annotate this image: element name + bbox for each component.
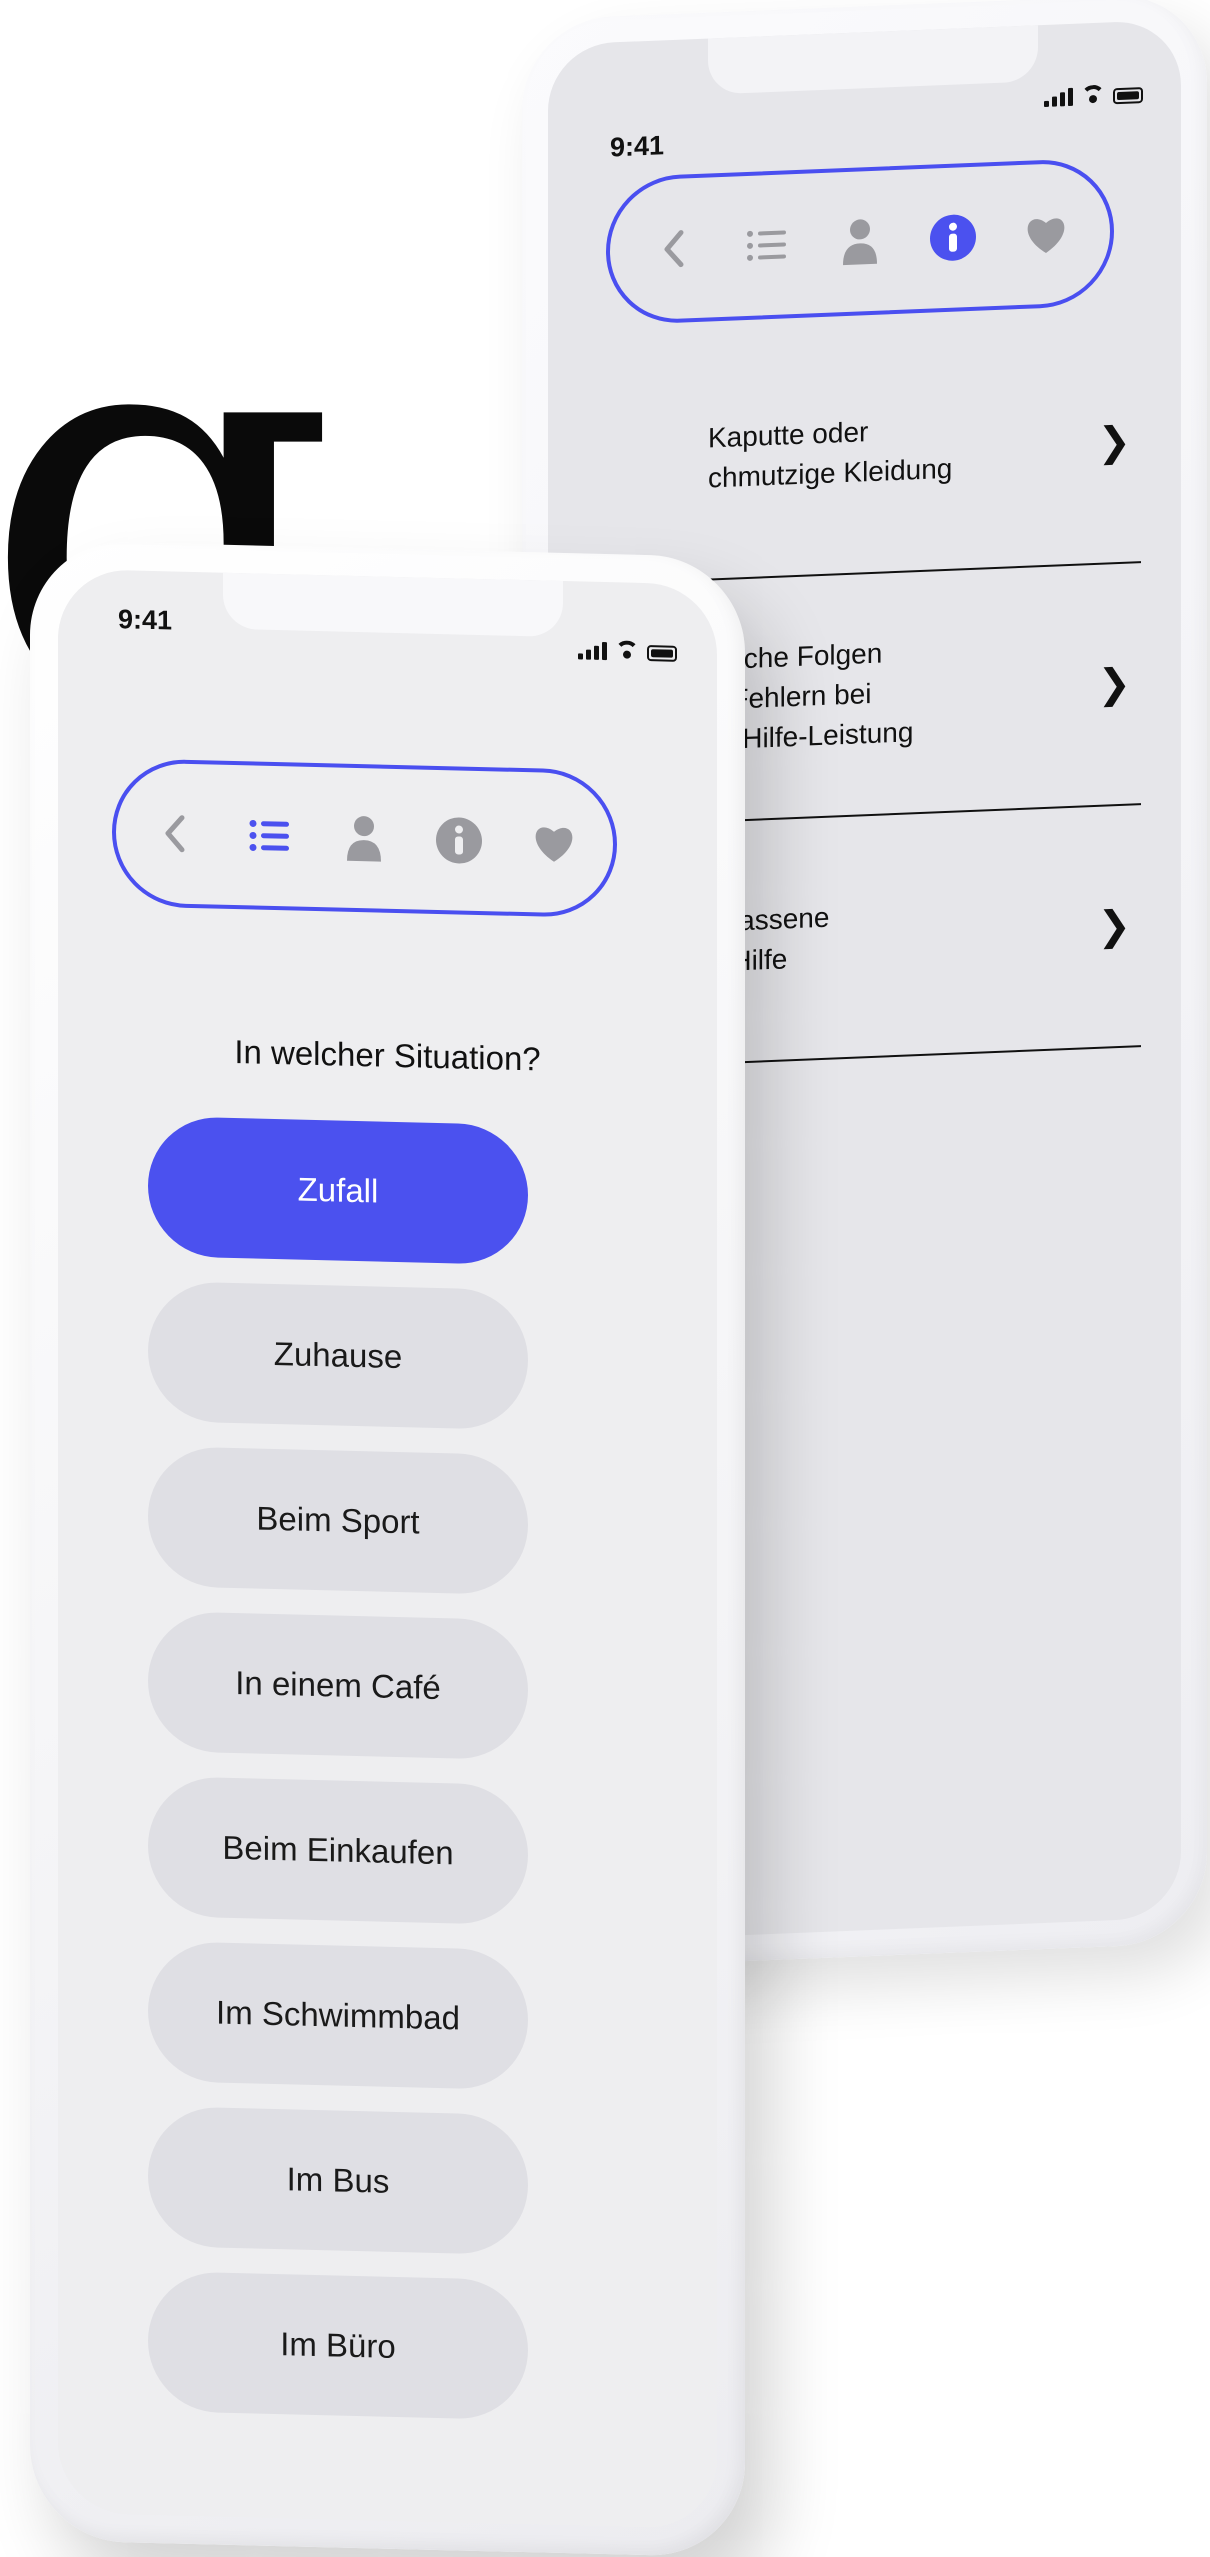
status-icons bbox=[1044, 83, 1143, 108]
chevron-right-icon: ❯ bbox=[1097, 661, 1131, 707]
list-icon[interactable] bbox=[741, 218, 793, 272]
front-phone: 9:41 In welcher Situation? Zufall Zuhaus… bbox=[30, 540, 745, 2557]
choice-button[interactable]: Im Schwimmbad bbox=[148, 1940, 528, 2091]
chevron-left-icon[interactable] bbox=[648, 222, 700, 276]
topic-label: ntliche Folgen n Fehlern bei er-Hilfe-Le… bbox=[708, 637, 914, 756]
heart-icon[interactable] bbox=[1020, 207, 1072, 261]
signal-icon bbox=[1044, 87, 1073, 108]
notch bbox=[223, 572, 563, 638]
notch bbox=[708, 25, 1038, 95]
front-phone-screen: 9:41 In welcher Situation? Zufall Zuhaus… bbox=[58, 568, 717, 2529]
person-icon[interactable] bbox=[834, 214, 886, 268]
wifi-icon bbox=[1081, 85, 1105, 106]
list-item[interactable]: Kaputte oder chmutzige Kleidung ❯ bbox=[548, 321, 1141, 587]
signal-icon bbox=[578, 641, 607, 661]
person-icon[interactable] bbox=[338, 812, 390, 865]
status-time: 9:41 bbox=[118, 604, 173, 636]
choice-list: Zufall Zuhause Beim Sport In einem Café … bbox=[148, 1115, 528, 2445]
choice-button[interactable]: Zuhause bbox=[148, 1280, 528, 1431]
info-icon[interactable] bbox=[927, 211, 979, 265]
topic-label: erlassene e Hilfe bbox=[708, 901, 830, 978]
choice-button[interactable]: Im Büro bbox=[148, 2270, 528, 2421]
heart-icon[interactable] bbox=[528, 816, 580, 869]
status-icons bbox=[578, 639, 677, 662]
choice-button[interactable]: Zufall bbox=[148, 1115, 528, 1266]
wifi-icon bbox=[615, 640, 639, 661]
info-icon[interactable] bbox=[433, 814, 485, 867]
battery-icon bbox=[1113, 87, 1143, 105]
chevron-right-icon: ❯ bbox=[1097, 903, 1131, 949]
choice-button[interactable]: In einem Café bbox=[148, 1610, 528, 1761]
nav-bar bbox=[112, 758, 617, 919]
chevron-left-icon[interactable] bbox=[149, 807, 201, 860]
nav-bar bbox=[606, 157, 1114, 326]
battery-icon bbox=[647, 645, 677, 662]
choice-button[interactable]: Beim Einkaufen bbox=[148, 1775, 528, 1926]
topic-label: Kaputte oder chmutzige Kleidung bbox=[708, 416, 953, 494]
status-time: 9:41 bbox=[610, 130, 665, 163]
list-icon[interactable] bbox=[244, 809, 296, 862]
choice-button[interactable]: Beim Sport bbox=[148, 1445, 528, 1596]
question-heading: In welcher Situation? bbox=[234, 1032, 541, 1078]
chevron-right-icon: ❯ bbox=[1097, 419, 1131, 465]
choice-button[interactable]: Im Bus bbox=[148, 2105, 528, 2256]
